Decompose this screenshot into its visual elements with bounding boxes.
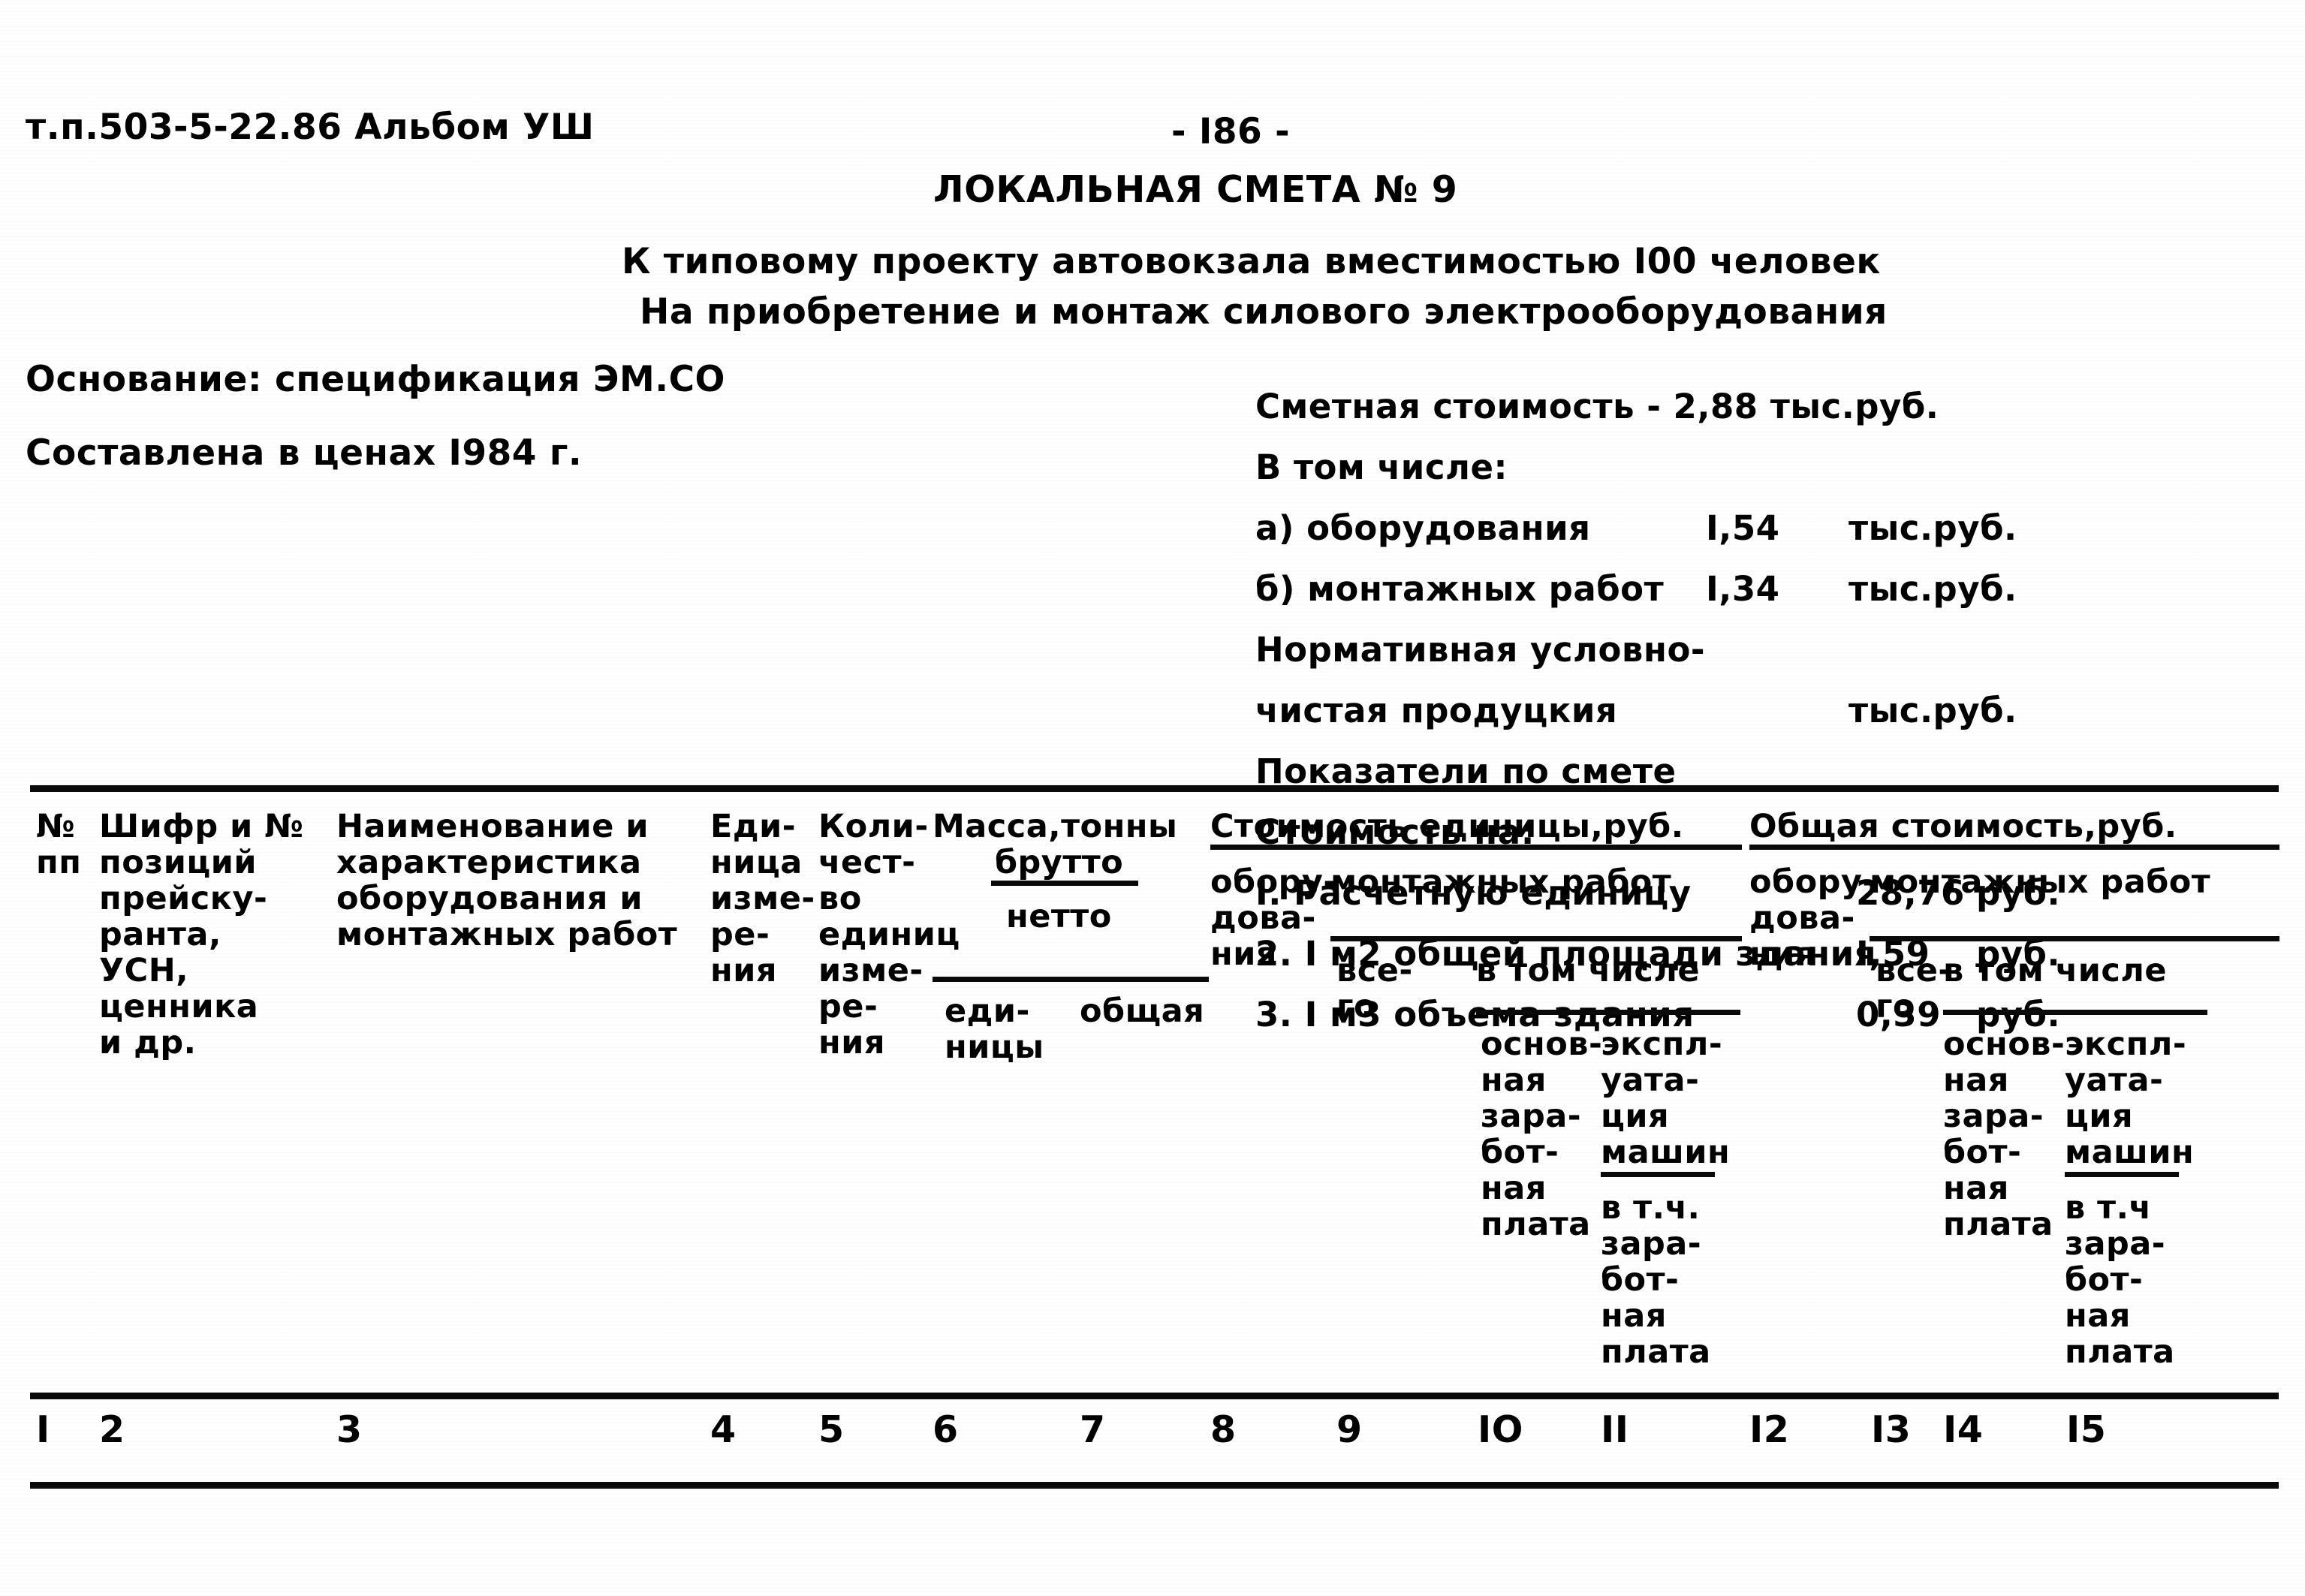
- column-header-total-cost-machines-wage: в т.ч зара- бот- ная плата: [2065, 1189, 2175, 1371]
- column-number: I4: [1943, 1408, 1984, 1451]
- column-number: II: [1601, 1408, 1629, 1451]
- summary-value: I,34: [1706, 569, 1780, 609]
- subtitle-project: К типовому проекту автовокзала вместимос…: [622, 241, 1881, 282]
- summary-unit: тыс.руб.: [1849, 691, 2017, 730]
- column-header-mass-total: общая: [1080, 992, 1205, 1030]
- summary-unit: тыс.руб.: [1849, 569, 2017, 609]
- column-header-total-cost-install: монтажных работ: [1870, 863, 2211, 901]
- prices-year-line: Составлена в ценах I984 г.: [26, 432, 583, 474]
- column-number: 4: [710, 1408, 737, 1451]
- column-header-total-cost-basic-wage: основ- ная зара- бот- ная плата: [1943, 1025, 2065, 1243]
- column-number: I2: [1749, 1408, 1790, 1451]
- summary-row-including: В том числе:: [1255, 450, 2291, 487]
- summary-row-install: б) монтажных работ I,34 тыс.руб.: [1255, 572, 2291, 609]
- summary-label: а) оборудования: [1255, 508, 1591, 548]
- summary-label: чистая продуцкия: [1255, 691, 1618, 730]
- summary-label: Нормативная условно-: [1255, 630, 1706, 670]
- document-page: т.п.503-5-22.86 Альбом УШ - I86 - ЛОКАЛЬ…: [0, 0, 2305, 1596]
- column-header-unit-cost-including: в том числе: [1476, 952, 1701, 989]
- column-numbers-row: I 2 3 4 5 6 7 8 9 IO II I2 I3 I4 I5: [30, 1399, 2279, 1482]
- page-title: ЛОКАЛЬНАЯ СМЕТА № 9: [933, 168, 1458, 211]
- column-header-cipher: Шифр и № позиций прейску- ранта, УСН, це…: [99, 808, 304, 1061]
- column-header-unit-cost-machines: экспл- уата- ция машин: [1601, 1025, 1731, 1171]
- column-number: I5: [2066, 1408, 2107, 1451]
- column-header-name: Наименование и характеристика оборудован…: [336, 808, 678, 953]
- summary-label: В том числе:: [1255, 447, 1508, 487]
- column-header-total-cost-total: все- го: [1876, 952, 1952, 1025]
- basis-line: Основание: спецификация ЭМ.СО: [26, 359, 726, 400]
- column-header-unit-cost-equipment: обору- дова- ния: [1210, 863, 1337, 973]
- column-header-total-cost-group: Общая стоимость,руб.: [1749, 808, 2177, 845]
- column-header-total-cost-equipment: обору- дова- ния: [1749, 863, 1876, 973]
- summary-label: Сметная стоимость - 2,88 тыс.руб.: [1255, 387, 1939, 426]
- column-header-mass-netto: нетто: [1006, 898, 1112, 935]
- column-number: IO: [1478, 1408, 1523, 1451]
- summary-label: б) монтажных работ: [1255, 569, 1665, 609]
- column-header-mass-brutto: брутто: [995, 844, 1124, 881]
- rule-under-total-cost-group: [1749, 845, 2279, 850]
- column-number: 3: [336, 1408, 363, 1451]
- column-header-unit-cost-basic-wage: основ- ная зара- бот- ная плата: [1481, 1025, 1603, 1243]
- rule-under-machines: [1601, 1172, 1715, 1177]
- estimate-table: № пп Шифр и № позиций прейску- ранта, УС…: [30, 785, 2279, 1489]
- table-top-border: [30, 785, 2279, 792]
- subtitle-scope: На приобретение и монтаж силового электр…: [640, 291, 1888, 333]
- page-number: - I86 -: [1171, 111, 1291, 152]
- summary-label: Показатели по смете: [1255, 751, 1677, 791]
- column-number: 9: [1336, 1408, 1363, 1451]
- table-header-band: № пп Шифр и № позиций прейску- ранта, УС…: [30, 792, 2279, 1393]
- column-number: 8: [1210, 1408, 1237, 1451]
- summary-row-normative-1: Нормативная условно-: [1255, 633, 2291, 670]
- rule-under-total-machines: [2065, 1172, 2179, 1177]
- rule-under-total-cost-including: [1943, 1010, 2207, 1015]
- column-number: I: [36, 1408, 50, 1451]
- rule-under-unit-cost-group: [1210, 845, 1742, 850]
- table-header-bottom-border: [30, 1393, 2279, 1399]
- rule-under-unit-cost-install: [1330, 936, 1742, 941]
- summary-row-normative-2: чистая продуцкия тыс.руб.: [1255, 694, 2291, 730]
- column-header-unit-cost-install: монтажных работ: [1330, 863, 1672, 901]
- rule-under-total-cost-install: [1870, 936, 2279, 941]
- column-header-unit-cost-group: Стоимость единицы,руб.: [1210, 808, 1684, 845]
- column-header-total-cost-machines: экспл- уата- ция машин: [2065, 1025, 2195, 1171]
- column-number: 5: [818, 1408, 845, 1451]
- column-header-unit: Еди- ница изме- ре- ния: [710, 808, 815, 989]
- column-header-no: № пп: [36, 808, 82, 881]
- column-header-quantity: Коли- чест- во единиц изме- ре- ния: [818, 808, 960, 1061]
- column-header-unit-cost-total: все- го: [1336, 952, 1413, 1025]
- table-bottom-border: [30, 1482, 2279, 1489]
- column-number: 7: [1080, 1408, 1106, 1451]
- summary-row-equipment: а) оборудования I,54 тыс.руб.: [1255, 511, 2291, 548]
- column-number: 2: [99, 1408, 125, 1451]
- rule-under-unit-cost-including: [1476, 1010, 1740, 1015]
- column-number: 6: [933, 1408, 959, 1451]
- document-code: т.п.503-5-22.86 Альбом УШ: [26, 107, 595, 148]
- column-header-mass-group: Масса,тонны: [933, 808, 1178, 845]
- column-header-unit-cost-machines-wage: в т.ч. зара- бот- ная плата: [1601, 1189, 1711, 1371]
- column-header-mass-unit: еди- ницы: [945, 992, 1044, 1066]
- column-header-total-cost-including: в том числе: [1943, 952, 2168, 989]
- column-number: I3: [1871, 1408, 1912, 1451]
- rule-under-netto: [933, 977, 1209, 982]
- summary-row-total: Сметная стоимость - 2,88 тыс.руб.: [1255, 390, 2291, 426]
- summary-unit: тыс.руб.: [1849, 508, 2017, 548]
- rule-under-brutto: [991, 881, 1138, 886]
- summary-value: I,54: [1706, 508, 1780, 548]
